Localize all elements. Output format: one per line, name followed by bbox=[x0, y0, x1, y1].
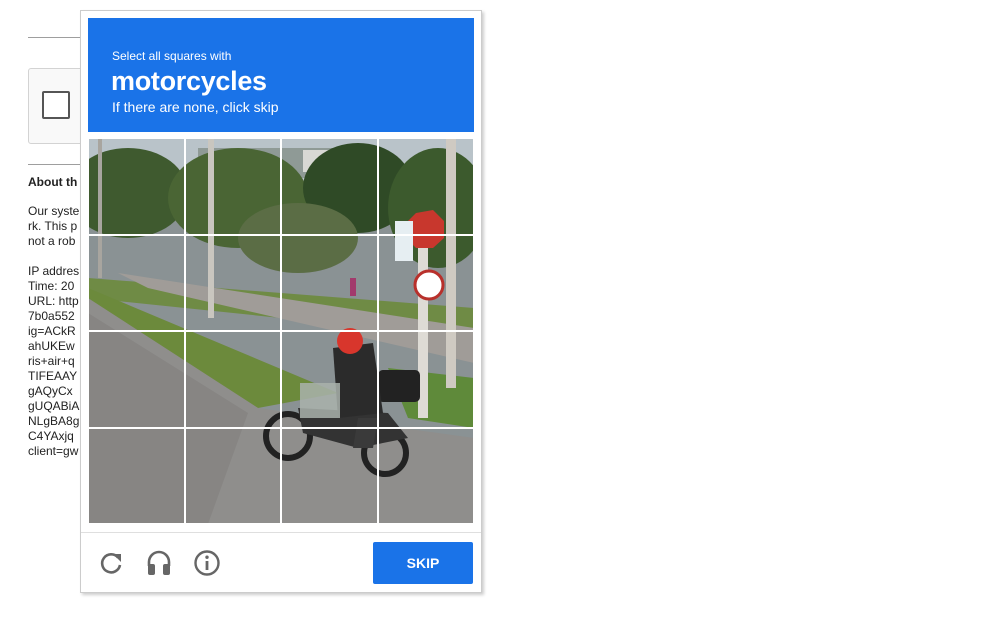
target-object-text: motorcycles bbox=[111, 66, 267, 96]
about-line: client=gw bbox=[28, 444, 79, 458]
grid-tile-16[interactable] bbox=[377, 427, 474, 524]
top-divider bbox=[28, 37, 88, 38]
grid-tile-13[interactable] bbox=[88, 427, 185, 524]
captcha-challenge-popup: Select all squares with motorcycles If t… bbox=[80, 10, 482, 593]
about-line: Time: 20 bbox=[28, 279, 75, 293]
grid-tile-9[interactable] bbox=[88, 331, 185, 428]
about-gap bbox=[28, 249, 88, 264]
recaptcha-checkbox[interactable] bbox=[42, 91, 70, 119]
audio-icon[interactable] bbox=[144, 548, 174, 578]
reload-icon[interactable] bbox=[96, 548, 126, 578]
grid-tile-11[interactable] bbox=[281, 331, 378, 428]
grid-tile-10[interactable] bbox=[184, 331, 281, 428]
image-grid bbox=[88, 138, 474, 524]
about-line: 7b0a552 bbox=[28, 309, 75, 323]
instruction-text: Select all squares with bbox=[112, 49, 232, 63]
about-line: gUQABiA bbox=[28, 399, 80, 413]
about-heading: About th bbox=[28, 175, 78, 189]
grid-tile-3[interactable] bbox=[281, 138, 378, 235]
grid-tile-6[interactable] bbox=[184, 234, 281, 331]
grid-tile-1[interactable] bbox=[88, 138, 185, 235]
about-line: ahUKEw bbox=[28, 339, 75, 353]
hint-text: If there are none, click skip bbox=[112, 99, 279, 115]
about-line: TIFEAAY bbox=[28, 369, 78, 383]
footer-divider bbox=[81, 532, 481, 533]
grid-tile-7[interactable] bbox=[281, 234, 378, 331]
grid-tile-8[interactable] bbox=[377, 234, 474, 331]
grid-tile-4[interactable] bbox=[377, 138, 474, 235]
about-line: C4YAxjq bbox=[28, 429, 74, 443]
skip-button[interactable]: Skip bbox=[373, 542, 473, 584]
about-line: NLgBA8g bbox=[28, 414, 80, 428]
about-line: rk. This p bbox=[28, 219, 78, 233]
about-line: URL: http bbox=[28, 294, 79, 308]
about-line: IP addres bbox=[28, 264, 80, 278]
middle-divider bbox=[28, 164, 88, 165]
grid-tile-5[interactable] bbox=[88, 234, 185, 331]
grid-tile-14[interactable] bbox=[184, 427, 281, 524]
grid-tile-15[interactable] bbox=[281, 427, 378, 524]
grid-tile-2[interactable] bbox=[184, 138, 281, 235]
about-line: not a rob bbox=[28, 234, 76, 248]
about-section: About th Our syste rk. This p not a rob … bbox=[28, 175, 88, 459]
about-line: gAQyCx bbox=[28, 384, 73, 398]
challenge-header: Select all squares with motorcycles If t… bbox=[88, 18, 474, 132]
grid-tile-12[interactable] bbox=[377, 331, 474, 428]
about-line: ris+air+q bbox=[28, 354, 75, 368]
about-line: ig=ACkR bbox=[28, 324, 76, 338]
about-line: Our syste bbox=[28, 204, 80, 218]
info-icon[interactable] bbox=[192, 548, 222, 578]
